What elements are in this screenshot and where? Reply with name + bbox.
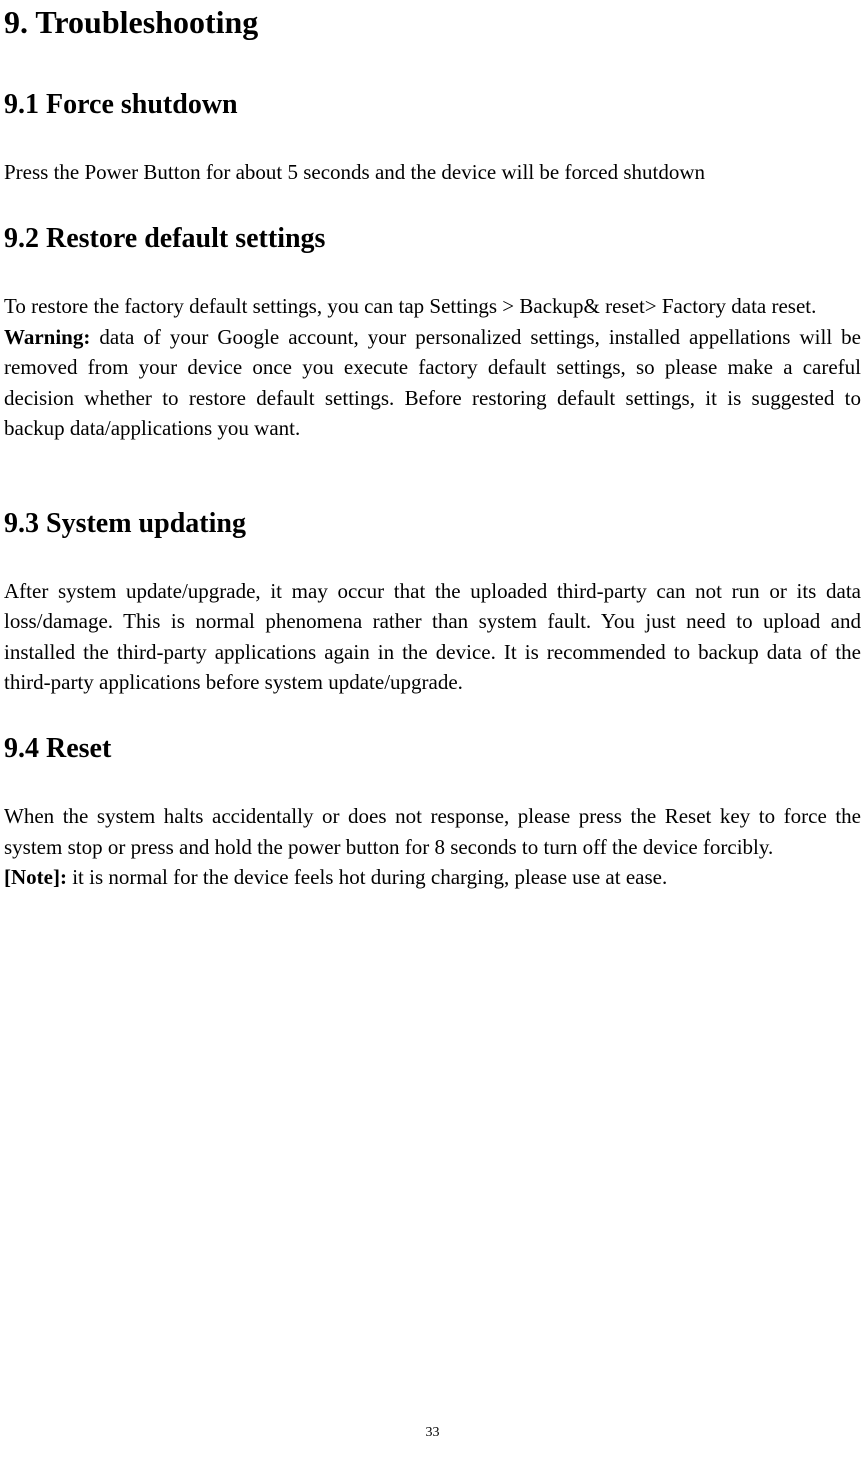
section-heading-9-1: 9.1 Force shutdown	[4, 89, 861, 121]
section-body-9-4-note: [Note]: it is normal for the device feel…	[4, 862, 861, 892]
note-label: [Note]:	[4, 865, 67, 889]
page-number: 33	[0, 1425, 865, 1441]
section-body-9-3: After system update/upgrade, it may occu…	[4, 576, 861, 698]
warning-label: Warning:	[4, 325, 90, 349]
section-body-9-1: Press the Power Button for about 5 secon…	[4, 157, 861, 187]
chapter-title: 9. Troubleshooting	[4, 0, 861, 41]
section-heading-9-4: 9.4 Reset	[4, 733, 861, 765]
section-heading-9-3: 9.3 System updating	[4, 508, 861, 540]
spacer	[4, 480, 861, 508]
section-body-9-2-intro: To restore the factory default settings,…	[4, 291, 861, 321]
section-body-9-2-warning: Warning: data of your Google account, yo…	[4, 322, 861, 444]
warning-text: data of your Google account, your person…	[4, 325, 861, 440]
note-text: it is normal for the device feels hot du…	[67, 865, 667, 889]
section-heading-9-2: 9.2 Restore default settings	[4, 223, 861, 255]
section-body-9-4-main: When the system halts accidentally or do…	[4, 801, 861, 862]
document-page: 9. Troubleshooting 9.1 Force shutdown Pr…	[0, 0, 865, 893]
